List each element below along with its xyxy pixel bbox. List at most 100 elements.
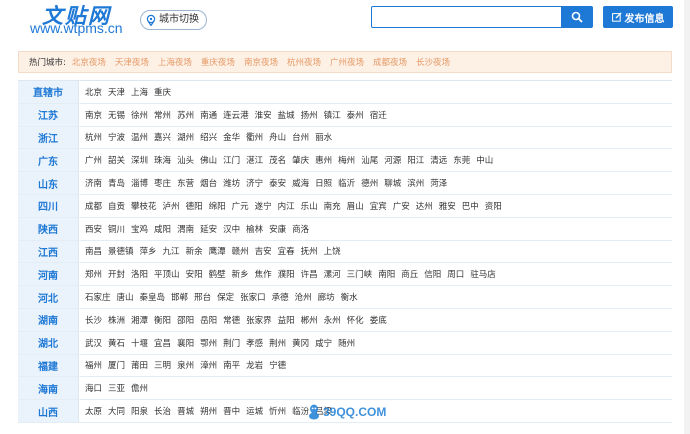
city-link[interactable]: 十堰 xyxy=(131,337,148,349)
city-link[interactable]: 梅州 xyxy=(338,154,355,166)
hot-city-link[interactable]: 广州夜场 xyxy=(330,56,364,68)
city-link[interactable]: 肇庆 xyxy=(292,154,309,166)
city-link[interactable]: 衡阳 xyxy=(154,314,171,326)
city-link[interactable]: 宝鸡 xyxy=(131,223,148,235)
city-link[interactable]: 沧州 xyxy=(295,291,312,303)
city-link[interactable]: 青岛 xyxy=(108,177,125,189)
hot-city-link[interactable]: 南京夜场 xyxy=(244,56,278,68)
city-link[interactable]: 广元 xyxy=(232,200,249,212)
city-link[interactable]: 商洛 xyxy=(292,223,309,235)
city-link[interactable]: 太原 xyxy=(85,405,102,417)
city-link[interactable]: 鹰潭 xyxy=(209,245,226,257)
city-link[interactable]: 泉州 xyxy=(177,359,194,371)
city-link[interactable]: 烟台 xyxy=(200,177,217,189)
city-link[interactable]: 汕尾 xyxy=(361,154,378,166)
city-link[interactable]: 丽水 xyxy=(315,131,332,143)
city-link[interactable]: 厦门 xyxy=(108,359,125,371)
city-link[interactable]: 福州 xyxy=(85,359,102,371)
city-link[interactable]: 洛阳 xyxy=(131,268,148,280)
province-name[interactable]: 直辖市 xyxy=(18,81,79,103)
city-link[interactable]: 东莞 xyxy=(453,154,470,166)
city-link[interactable]: 朔州 xyxy=(200,405,217,417)
province-name[interactable]: 海南 xyxy=(18,377,79,400)
city-link[interactable]: 宁德 xyxy=(269,359,286,371)
city-link[interactable]: 武汉 xyxy=(85,337,102,349)
city-link[interactable]: 荆门 xyxy=(223,337,240,349)
scrollbar[interactable] xyxy=(684,0,690,434)
city-link[interactable]: 聊城 xyxy=(384,177,401,189)
hot-city-link[interactable]: 重庆夜场 xyxy=(201,56,235,68)
city-link[interactable]: 三亚 xyxy=(108,382,125,394)
city-link[interactable]: 龙岩 xyxy=(246,359,263,371)
city-link[interactable]: 潍坊 xyxy=(223,177,240,189)
city-link[interactable]: 宜宾 xyxy=(370,200,387,212)
city-link[interactable]: 铜川 xyxy=(108,223,125,235)
city-link[interactable]: 周口 xyxy=(447,268,464,280)
city-link[interactable]: 儋州 xyxy=(131,382,148,394)
city-link[interactable]: 遂宁 xyxy=(255,200,272,212)
city-link[interactable]: 安阳 xyxy=(186,268,203,280)
city-link[interactable]: 临汾 xyxy=(292,405,309,417)
city-link[interactable]: 广安 xyxy=(393,200,410,212)
city-link[interactable]: 常德 xyxy=(223,314,240,326)
city-link[interactable]: 清远 xyxy=(430,154,447,166)
city-link[interactable]: 泰州 xyxy=(347,109,364,121)
city-link[interactable]: 济宁 xyxy=(246,177,263,189)
province-name[interactable]: 湖南 xyxy=(18,308,79,331)
city-link[interactable]: 南充 xyxy=(324,200,341,212)
city-link[interactable]: 湘潭 xyxy=(131,314,148,326)
city-link[interactable]: 荆州 xyxy=(269,337,286,349)
city-link[interactable]: 开封 xyxy=(108,268,125,280)
city-link[interactable]: 新余 xyxy=(186,245,203,257)
city-link[interactable]: 商丘 xyxy=(401,268,418,280)
city-link[interactable]: 湛江 xyxy=(246,154,263,166)
province-name[interactable]: 江苏 xyxy=(18,103,79,126)
hot-city-link[interactable]: 成都夜场 xyxy=(373,56,407,68)
city-link[interactable]: 海口 xyxy=(85,382,102,394)
search-button[interactable] xyxy=(561,6,593,28)
city-link[interactable]: 台州 xyxy=(292,131,309,143)
city-link[interactable]: 淮安 xyxy=(255,109,272,121)
city-link[interactable]: 重庆 xyxy=(154,86,171,98)
city-link[interactable]: 吉安 xyxy=(255,245,272,257)
city-link[interactable]: 菏泽 xyxy=(430,177,447,189)
city-link[interactable]: 威海 xyxy=(292,177,309,189)
city-link[interactable]: 晋中 xyxy=(223,405,240,417)
city-link[interactable]: 淄博 xyxy=(131,177,148,189)
city-link[interactable]: 郑州 xyxy=(85,268,102,280)
city-link[interactable]: 德州 xyxy=(361,177,378,189)
city-link[interactable]: 汕头 xyxy=(177,154,194,166)
province-name[interactable]: 山东 xyxy=(18,172,79,194)
city-link[interactable]: 忻州 xyxy=(269,405,286,417)
city-link[interactable]: 邢台 xyxy=(194,291,211,303)
city-link[interactable]: 益阳 xyxy=(278,314,295,326)
city-link[interactable]: 驻马店 xyxy=(470,268,496,280)
city-link[interactable]: 焦作 xyxy=(255,268,272,280)
city-link[interactable]: 苏州 xyxy=(177,109,194,121)
city-link[interactable]: 嘉兴 xyxy=(154,131,171,143)
city-link[interactable]: 漳州 xyxy=(200,359,217,371)
city-link[interactable]: 盐城 xyxy=(278,109,295,121)
city-link[interactable]: 南阳 xyxy=(378,268,395,280)
city-link[interactable]: 唐山 xyxy=(117,291,134,303)
city-link[interactable]: 平顶山 xyxy=(154,268,180,280)
city-link[interactable]: 咸阳 xyxy=(154,223,171,235)
province-name[interactable]: 陕西 xyxy=(18,217,79,240)
city-link[interactable]: 阳泉 xyxy=(131,405,148,417)
city-link[interactable]: 长治 xyxy=(154,405,171,417)
hot-city-link[interactable]: 北京夜场 xyxy=(72,56,106,68)
city-link[interactable]: 资阳 xyxy=(485,200,502,212)
city-link[interactable]: 永州 xyxy=(324,314,341,326)
city-link[interactable]: 惠州 xyxy=(315,154,332,166)
city-link[interactable]: 江门 xyxy=(223,154,240,166)
province-name[interactable]: 湖北 xyxy=(18,331,79,354)
city-link[interactable]: 承德 xyxy=(272,291,289,303)
city-link[interactable]: 随州 xyxy=(338,337,355,349)
city-link[interactable]: 张家口 xyxy=(240,291,266,303)
city-link[interactable]: 湖州 xyxy=(177,131,194,143)
city-link[interactable]: 汉中 xyxy=(223,223,240,235)
city-link[interactable]: 杭州 xyxy=(85,131,102,143)
province-name[interactable]: 福建 xyxy=(18,354,79,377)
city-link[interactable]: 宿迁 xyxy=(370,109,387,121)
city-link[interactable]: 榆林 xyxy=(246,223,263,235)
